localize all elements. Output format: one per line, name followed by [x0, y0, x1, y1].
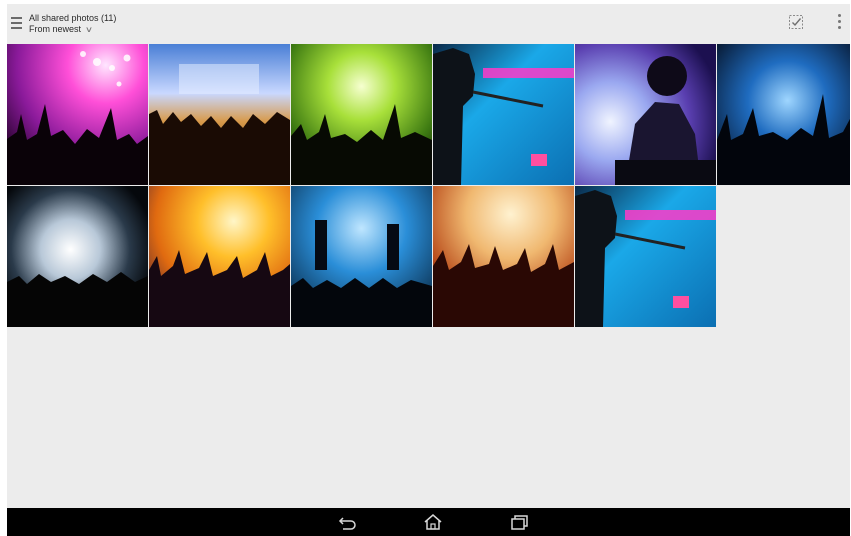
home-button[interactable]: [422, 512, 444, 532]
photo-image: [433, 44, 574, 185]
more-dot: [837, 26, 841, 29]
chevron-down-icon: ∨: [84, 25, 94, 34]
menu-button[interactable]: [11, 17, 23, 31]
photo-concert-white-spotlight[interactable]: [7, 186, 148, 327]
album-title: All shared photos (11): [29, 13, 117, 23]
home-icon: [424, 514, 442, 530]
photo-image: [291, 186, 432, 327]
hamburger-menu-icon: [11, 17, 22, 19]
photo-image: [433, 186, 574, 327]
more-options-button[interactable]: [835, 14, 843, 34]
photo-concert-stage-crowd[interactable]: [149, 44, 290, 185]
photo-concert-golden-rays[interactable]: [149, 186, 290, 327]
hamburger-line: [11, 27, 22, 29]
select-button[interactable]: [788, 14, 804, 30]
photo-image: [7, 186, 148, 327]
photo-image: [575, 186, 716, 327]
hamburger-line: [11, 22, 22, 24]
photo-image: [717, 44, 850, 185]
photo-band-blue-stage[interactable]: [291, 186, 432, 327]
gallery-screen: All shared photos (11) From newest ∨: [7, 4, 850, 536]
recent-apps-icon: [511, 515, 528, 530]
navigation-bar: [7, 508, 850, 536]
more-dot: [837, 20, 841, 23]
photo-singer-microphone-blue[interactable]: [433, 44, 574, 185]
app-bar: All shared photos (11) From newest ∨: [7, 4, 850, 44]
photo-concert-blue-stage[interactable]: [717, 44, 850, 185]
sort-label: From newest: [29, 24, 82, 34]
photo-image: [149, 44, 290, 185]
photo-crowd-sunset-glow[interactable]: [433, 186, 574, 327]
photo-singer-microphone-blue-2[interactable]: [575, 186, 716, 327]
back-button[interactable]: [337, 512, 359, 532]
more-vertical-icon: [837, 14, 841, 17]
recent-apps-button[interactable]: [508, 512, 530, 532]
photo-dj-headphones[interactable]: [575, 44, 716, 185]
photo-image: [575, 44, 716, 185]
photo-image: [291, 44, 432, 185]
photo-image: [7, 44, 148, 185]
select-checkbox-icon: [789, 15, 803, 29]
photo-image: [149, 186, 290, 327]
photo-concert-green-lights[interactable]: [291, 44, 432, 185]
photo-concert-pink-lights[interactable]: [7, 44, 148, 185]
back-icon: [338, 517, 356, 530]
sort-dropdown[interactable]: From newest ∨: [29, 24, 94, 35]
